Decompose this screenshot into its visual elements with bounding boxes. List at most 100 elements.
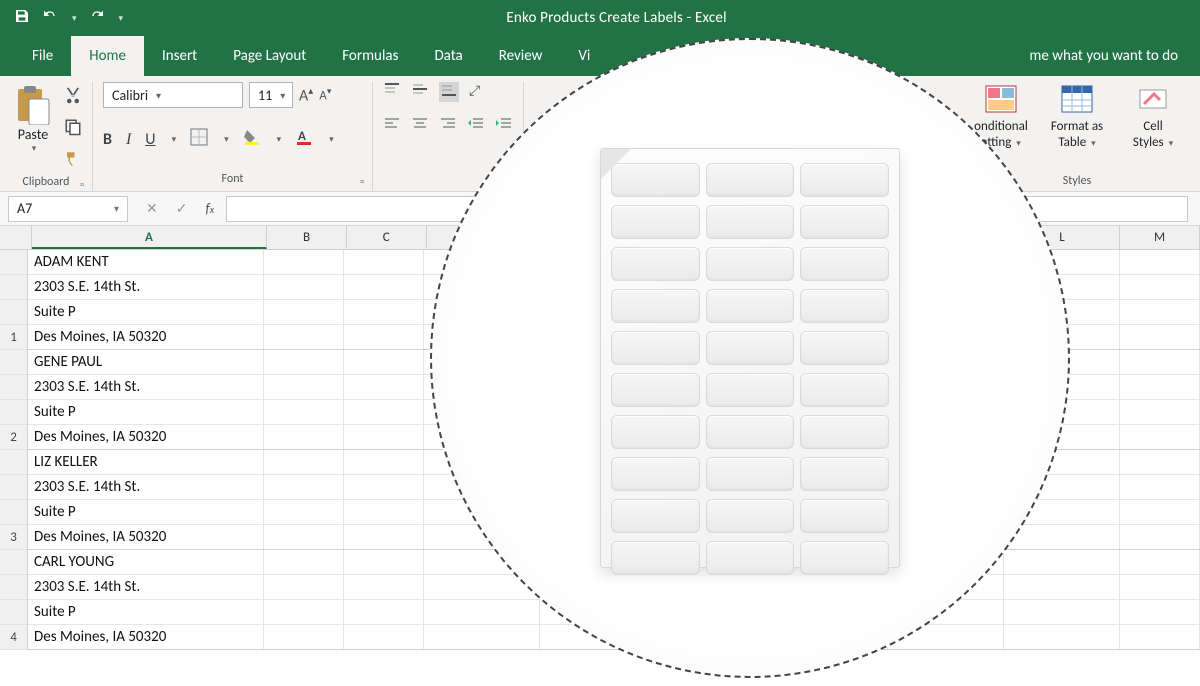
cell[interactable] xyxy=(1120,475,1200,499)
cell[interactable] xyxy=(1120,500,1200,524)
orientation-icon[interactable]: ⤢ xyxy=(469,82,480,102)
align-bottom-icon[interactable] xyxy=(439,82,459,102)
cell[interactable] xyxy=(1004,575,1120,599)
cell[interactable] xyxy=(344,425,424,449)
undo-icon[interactable] xyxy=(42,8,58,28)
align-left-icon[interactable] xyxy=(383,116,401,134)
tab-home[interactable]: Home xyxy=(71,36,144,76)
font-family-combo[interactable]: Calibri▾ xyxy=(103,82,243,108)
cell[interactable]: CARL YOUNG xyxy=(28,550,264,574)
cell[interactable]: Des Moines, IA 50320 xyxy=(28,625,264,649)
tab-data[interactable]: Data xyxy=(416,36,480,76)
tab-review[interactable]: Review xyxy=(481,36,561,76)
cell[interactable] xyxy=(1004,525,1120,549)
decrease-indent-icon[interactable] xyxy=(467,116,485,134)
cell[interactable] xyxy=(1120,525,1200,549)
row-header[interactable] xyxy=(0,275,28,300)
cell[interactable] xyxy=(344,400,424,424)
cell[interactable] xyxy=(264,325,344,349)
align-center-icon[interactable] xyxy=(411,116,429,134)
cell[interactable] xyxy=(344,325,424,349)
align-middle-icon[interactable] xyxy=(411,82,429,102)
row-header[interactable]: 2 xyxy=(0,425,28,450)
cell[interactable] xyxy=(1120,550,1200,574)
cell[interactable] xyxy=(1004,600,1120,624)
cell[interactable] xyxy=(1004,550,1120,574)
cell[interactable] xyxy=(1120,625,1200,649)
font-size-combo[interactable]: 11▾ xyxy=(249,82,293,108)
underline-button[interactable]: U xyxy=(145,130,155,149)
row-header[interactable] xyxy=(0,500,28,525)
tab-insert[interactable]: Insert xyxy=(144,36,215,76)
cell[interactable] xyxy=(1120,375,1200,399)
row-header[interactable] xyxy=(0,600,28,625)
cell[interactable]: 2303 S.E. 14th St. xyxy=(28,375,264,399)
format-as-table-button[interactable]: Format as Table ▾ xyxy=(1042,82,1112,150)
tell-me-search[interactable]: me what you want to do xyxy=(1029,36,1200,76)
format-painter-icon[interactable] xyxy=(64,150,82,172)
cell[interactable] xyxy=(344,600,424,624)
align-top-icon[interactable] xyxy=(383,82,401,102)
cancel-formula-icon[interactable]: ✕ xyxy=(146,200,158,217)
column-header-m[interactable]: M xyxy=(1120,226,1200,249)
cell[interactable]: Des Moines, IA 50320 xyxy=(28,325,264,349)
copy-icon[interactable] xyxy=(64,118,82,140)
font-launcher-icon[interactable]: ▫ xyxy=(360,172,364,192)
cell[interactable] xyxy=(424,625,540,649)
row-header[interactable] xyxy=(0,550,28,575)
cell[interactable]: Des Moines, IA 50320 xyxy=(28,525,264,549)
column-header-c[interactable]: C xyxy=(347,226,427,249)
cell[interactable] xyxy=(264,600,344,624)
cell[interactable] xyxy=(264,450,344,474)
row-header[interactable] xyxy=(0,350,28,375)
grow-font-icon[interactable]: A▴ xyxy=(299,84,313,105)
row-header[interactable] xyxy=(0,450,28,475)
cell[interactable] xyxy=(344,500,424,524)
cell[interactable] xyxy=(264,425,344,449)
font-color-button[interactable]: A xyxy=(295,128,313,151)
row-header[interactable] xyxy=(0,300,28,325)
redo-icon[interactable] xyxy=(89,8,105,28)
cell[interactable] xyxy=(264,475,344,499)
cell[interactable] xyxy=(1120,250,1200,274)
cell[interactable] xyxy=(264,525,344,549)
cell[interactable]: ADAM KENT xyxy=(28,250,264,274)
paste-button[interactable]: Paste ▾ xyxy=(10,82,56,156)
bold-button[interactable]: B xyxy=(103,130,112,149)
cell[interactable] xyxy=(264,625,344,649)
cut-icon[interactable] xyxy=(64,86,82,108)
cell[interactable] xyxy=(344,375,424,399)
cell[interactable] xyxy=(1120,575,1200,599)
cell[interactable] xyxy=(1120,425,1200,449)
row-header[interactable] xyxy=(0,575,28,600)
cell[interactable] xyxy=(264,250,344,274)
enter-formula-icon[interactable]: ✓ xyxy=(176,200,188,217)
row-header[interactable]: 3 xyxy=(0,525,28,550)
cell[interactable] xyxy=(344,625,424,649)
cell[interactable] xyxy=(1120,450,1200,474)
column-header-a[interactable]: A xyxy=(32,226,267,249)
align-right-icon[interactable] xyxy=(439,116,457,134)
row-header[interactable] xyxy=(0,250,28,275)
tab-file[interactable]: File xyxy=(14,36,71,76)
fx-icon[interactable]: fx xyxy=(205,200,214,217)
cell[interactable] xyxy=(344,275,424,299)
row-header[interactable] xyxy=(0,400,28,425)
cell[interactable] xyxy=(344,300,424,324)
cell[interactable] xyxy=(424,600,540,624)
increase-indent-icon[interactable] xyxy=(495,116,513,134)
cell[interactable] xyxy=(344,350,424,374)
cell[interactable] xyxy=(344,550,424,574)
cell[interactable]: GENE PAUL xyxy=(28,350,264,374)
cell[interactable] xyxy=(264,375,344,399)
tab-page-layout[interactable]: Page Layout xyxy=(215,36,324,76)
cell[interactable]: Suite P xyxy=(28,500,264,524)
cell[interactable]: Suite P xyxy=(28,300,264,324)
chevron-down-icon[interactable]: ▾ xyxy=(114,202,119,215)
row-header[interactable] xyxy=(0,475,28,500)
undo-dropdown-icon[interactable]: ▾ xyxy=(72,13,77,24)
cell[interactable]: 2303 S.E. 14th St. xyxy=(28,575,264,599)
cell[interactable] xyxy=(1120,275,1200,299)
cell[interactable] xyxy=(1120,300,1200,324)
cell[interactable] xyxy=(264,550,344,574)
